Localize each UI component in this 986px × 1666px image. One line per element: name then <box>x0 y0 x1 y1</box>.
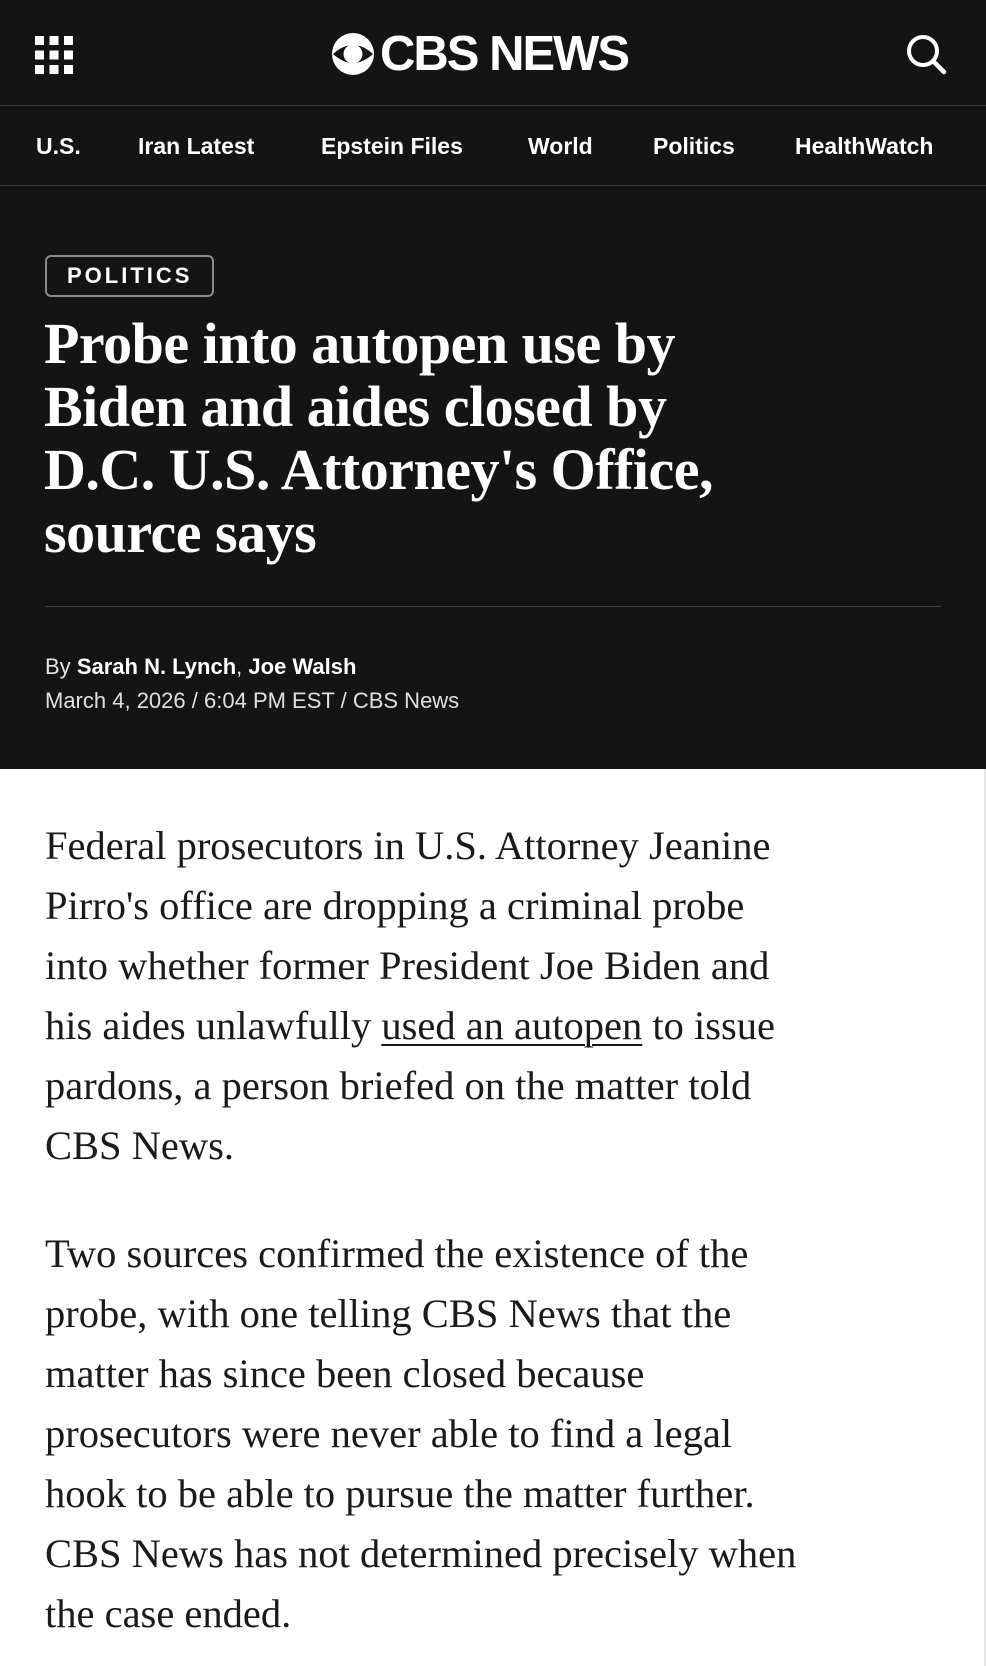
paragraph-line: into whether former President Joe Biden … <box>45 943 770 988</box>
headline-line: Biden and aides closed by <box>44 374 667 439</box>
source-name: CBS News <box>352 688 460 713</box>
publish-time: 6:04 PM EST <box>204 688 335 713</box>
cbs-news-logo[interactable]: CBS NEWS <box>330 26 630 82</box>
nav-item-politics[interactable]: Politics <box>653 106 735 186</box>
paragraph-line: pardons, a person briefed on the matter … <box>45 1063 752 1108</box>
byline-prefix: By <box>45 654 71 679</box>
paragraph-line: Two sources confirmed the existence of t… <box>45 1231 749 1276</box>
nav-item-us[interactable]: U.S. <box>36 106 81 186</box>
headline-line: Probe into autopen use by <box>44 311 675 376</box>
paragraph-line: CBS News has not determined precisely wh… <box>45 1531 797 1576</box>
paragraph-line: hook to be able to pursue the matter fur… <box>45 1471 755 1516</box>
search-icon[interactable] <box>902 30 950 78</box>
line-text: his aides unlawfully <box>45 1003 372 1048</box>
article-paragraph: Two sources confirmed the existence of t… <box>45 1224 955 1644</box>
article-page: CBS NEWS U.S. Iran Latest Epstein Files … <box>0 0 986 1666</box>
paragraph-line: matter has since been closed because <box>45 1351 645 1396</box>
author-separator: , <box>236 654 243 679</box>
paragraph-line: his aides unlawfully used an autopen to … <box>45 996 955 1056</box>
article-body: Federal prosecutors in U.S. Attorney Jea… <box>0 769 986 1666</box>
nav-item-iran-latest[interactable]: Iran Latest <box>138 106 254 186</box>
meta-separator: / <box>340 688 347 713</box>
paragraph-line: the case ended. <box>45 1591 292 1636</box>
article-hero: POLITICS Probe into autopen use by Biden… <box>0 186 986 769</box>
article-headline: Probe into autopen use by Biden and aide… <box>44 312 944 564</box>
line-text: to issue <box>652 1003 776 1048</box>
paragraph-line: Pirro's office are dropping a criminal p… <box>45 883 745 928</box>
autopen-article-link[interactable]: used an autopen <box>381 1003 642 1048</box>
nav-item-epstein-files[interactable]: Epstein Files <box>321 106 463 186</box>
nav-item-healthwatch[interactable]: HealthWatch <box>795 106 933 186</box>
dateline: March 4, 2026 / 6:04 PM EST / CBS News <box>45 686 459 716</box>
paragraph-line: Federal prosecutors in U.S. Attorney Jea… <box>45 823 771 868</box>
byline: By Sarah N. Lynch, Joe Walsh <box>45 652 356 682</box>
cbs-eye-icon <box>332 33 374 75</box>
publish-date: March 4, 2026 <box>45 688 186 713</box>
headline-line: D.C. U.S. Attorney's Office, <box>44 437 714 502</box>
author-link-joe-walsh[interactable]: Joe Walsh <box>248 654 356 679</box>
paragraph-line: prosecutors were never able to find a le… <box>45 1411 733 1456</box>
category-badge[interactable]: POLITICS <box>45 255 215 297</box>
author-link-sarah-n-lynch[interactable]: Sarah N. Lynch <box>77 654 236 679</box>
section-nav: U.S. Iran Latest Epstein Files World Pol… <box>0 106 986 186</box>
article-paragraph: Federal prosecutors in U.S. Attorney Jea… <box>45 816 955 1176</box>
nav-item-world[interactable]: World <box>528 106 593 186</box>
meta-separator: / <box>191 688 198 713</box>
headline-line: source says <box>44 500 317 565</box>
logo-text: CBS NEWS <box>380 27 630 81</box>
top-bar: CBS NEWS <box>0 0 986 106</box>
grid-menu-icon[interactable] <box>34 35 74 75</box>
paragraph-line: CBS News. <box>45 1123 235 1168</box>
hero-divider <box>45 606 941 607</box>
paragraph-line: probe, with one telling CBS News that th… <box>45 1291 732 1336</box>
